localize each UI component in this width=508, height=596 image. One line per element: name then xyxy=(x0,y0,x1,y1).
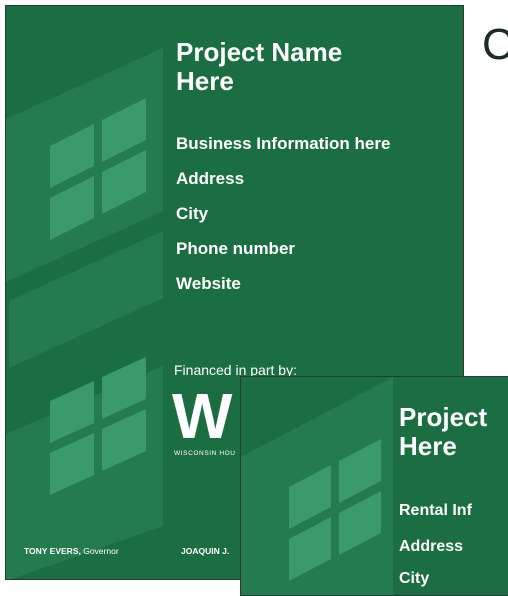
website-line: Website xyxy=(176,274,241,293)
second-address-line: Address xyxy=(399,538,464,555)
project-title-line1: Project Name xyxy=(176,37,343,67)
governor-name: TONY EVERS, xyxy=(24,546,81,556)
address-line: Address xyxy=(176,169,245,188)
business-info-line: Business Information here xyxy=(176,134,391,153)
cut-off-heading-letter: C xyxy=(482,20,508,69)
second-title-line2: Here xyxy=(399,431,457,461)
second-title-line1: Project xyxy=(399,402,488,432)
second-project-title: Project Here xyxy=(399,403,487,461)
rental-info-line: Rental Inf xyxy=(399,502,472,519)
project-title-line2: Here xyxy=(176,66,234,96)
wisconsin-housing-logo: W xyxy=(172,380,233,452)
secretary-credit: JOAQUIN J. xyxy=(181,546,230,556)
project-title: Project Name Here xyxy=(176,38,342,96)
logo-subtitle: WISCONSIN HOU xyxy=(174,450,236,457)
second-sign-panel: Project Here Rental Inf Address City xyxy=(240,376,508,596)
city-line: City xyxy=(176,204,209,223)
governor-title: Governor xyxy=(83,546,119,556)
second-city-line: City xyxy=(399,570,430,587)
phone-line: Phone number xyxy=(176,239,296,258)
governor-credit: TONY EVERS, Governor xyxy=(24,546,119,556)
